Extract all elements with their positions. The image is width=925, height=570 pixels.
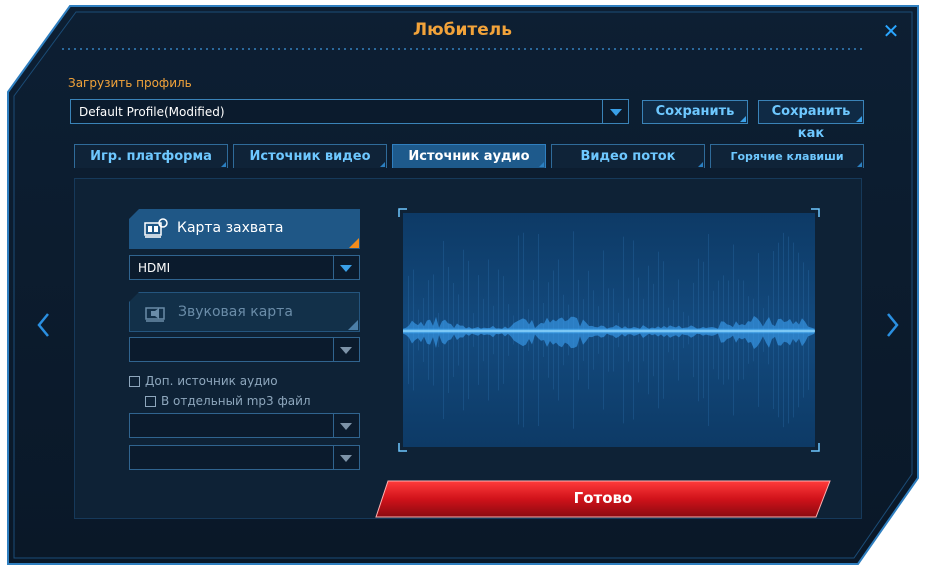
extra-audio-label: Доп. источник аудио — [145, 374, 278, 388]
tab-video-source[interactable]: Источник видео — [233, 144, 387, 168]
done-button-label: Готово — [573, 489, 633, 507]
tab-video-stream[interactable]: Видео поток — [551, 144, 705, 168]
capture-card-select[interactable]: HDMI — [129, 255, 360, 280]
sound-card-label: Звуковая карта — [178, 304, 293, 320]
chevron-down-icon[interactable] — [333, 256, 359, 279]
window-title: Любитель — [412, 20, 512, 40]
title-divider — [60, 48, 865, 50]
separate-mp3-checkbox[interactable] — [145, 396, 156, 407]
save-button[interactable]: Сохранить — [642, 100, 748, 124]
mp3-file-select[interactable] — [129, 445, 360, 470]
capture-card-label: Карта захвата — [177, 220, 284, 236]
tab-game-platform[interactable]: Игр. платформа — [74, 144, 228, 168]
close-icon[interactable]: ✕ — [880, 20, 902, 42]
save-as-button[interactable]: Сохранить как — [758, 100, 864, 141]
extra-audio-checkbox[interactable] — [129, 376, 140, 387]
separate-mp3-label: В отдельный mp3 файл — [161, 394, 311, 408]
chevron-left-icon[interactable] — [36, 312, 52, 338]
chevron-down-icon[interactable] — [333, 414, 359, 437]
sound-card-button[interactable]: Звуковая карта — [129, 292, 360, 332]
profile-select-value: Default Profile(Modified) — [79, 105, 225, 119]
waveform-canvas — [398, 208, 820, 452]
audio-waveform-preview — [398, 208, 820, 452]
capture-card-icon — [144, 218, 168, 238]
chevron-right-icon[interactable] — [884, 312, 900, 338]
capture-card-select-value: HDMI — [138, 261, 171, 275]
sound-card-select[interactable] — [129, 337, 360, 362]
corner-marker — [348, 320, 358, 330]
chevron-down-icon[interactable] — [333, 338, 359, 361]
chevron-down-icon[interactable] — [602, 100, 628, 123]
profile-select[interactable]: Default Profile(Modified) — [70, 99, 629, 124]
load-profile-label: Загрузить профиль — [68, 76, 192, 90]
done-button[interactable]: Готово — [374, 479, 832, 519]
capture-card-button[interactable]: Карта захвата — [129, 209, 360, 249]
tab-audio-source[interactable]: Источник аудио — [392, 144, 546, 168]
tab-hotkeys[interactable]: Горячие клавиши — [710, 144, 864, 168]
corner-marker — [349, 238, 359, 248]
sound-card-icon — [145, 307, 165, 322]
chevron-down-icon[interactable] — [333, 446, 359, 469]
extra-audio-select[interactable] — [129, 413, 360, 438]
